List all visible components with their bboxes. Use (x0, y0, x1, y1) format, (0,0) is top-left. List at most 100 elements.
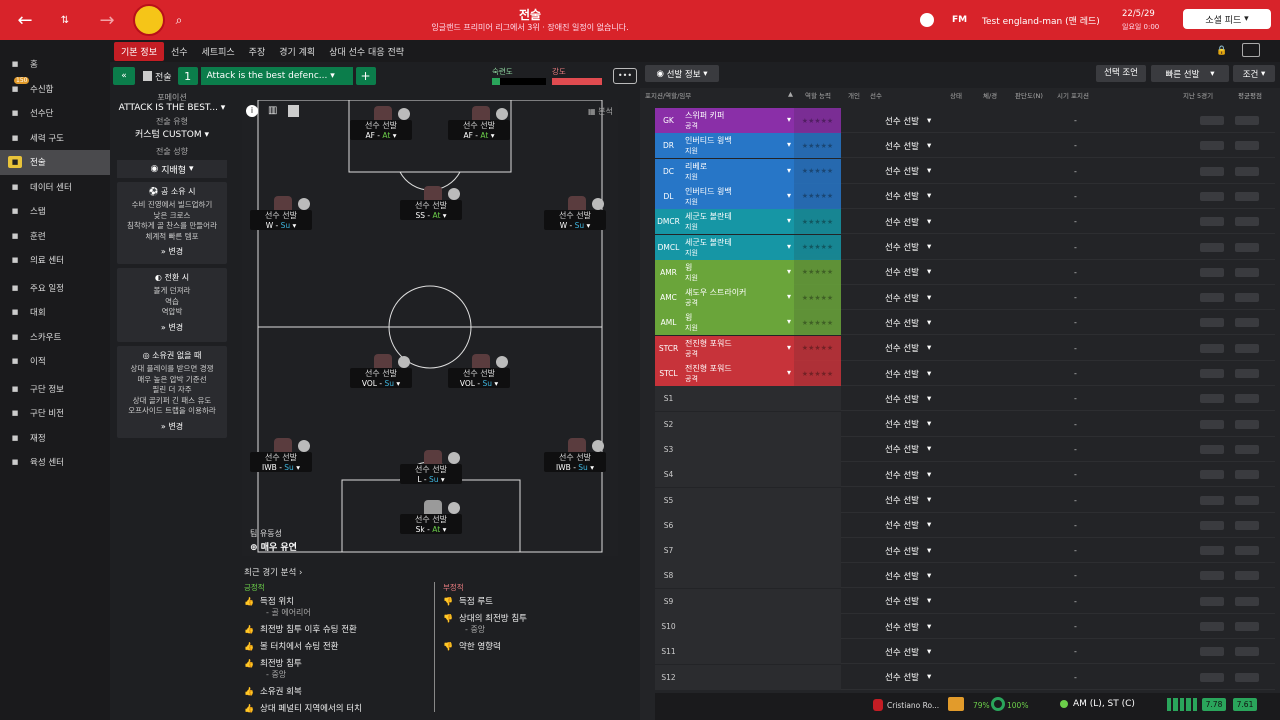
table-row[interactable]: S10 선수 선발 ▾ - (655, 614, 1275, 639)
player-select[interactable]: 선수 선발 ▾ (885, 133, 945, 158)
player-select[interactable]: 선수 선발 ▾ (885, 235, 945, 260)
subnav-tab[interactable]: 세트피스 (195, 42, 242, 61)
subnav-tab[interactable]: 경기 계획 (272, 42, 322, 61)
sidebar-item[interactable]: ■ 대회 (0, 300, 110, 325)
choose-advice-button[interactable]: 선택 조언 (1096, 65, 1146, 82)
player-slot[interactable]: 선수 선발 W - Su ▾ (250, 196, 316, 236)
table-row[interactable]: STCL 전진형 포워드 공격 ▾ ★★★★★ 선수 선발 ▾ - (655, 361, 1275, 386)
analysis-item[interactable]: 👍 볼 터치에서 슈팅 전환 (244, 640, 434, 653)
col-status[interactable]: 상태 (950, 90, 962, 102)
tactic-slot[interactable]: 1 (177, 67, 198, 85)
player-select[interactable]: 선수 선발 ▾ (885, 412, 945, 437)
subnav-tab[interactable]: 기본 정보 (114, 41, 164, 61)
analysis-button[interactable]: ▦ 분석 (588, 106, 613, 117)
player-select[interactable]: 선수 선발 ▾ (885, 563, 945, 588)
player-slot[interactable]: 선수 선발 SS - At ▾ (400, 186, 466, 226)
player-select[interactable]: 선수 선발 ▾ (885, 361, 945, 386)
player-slot[interactable]: 선수 선발 VOL - Su ▾ (350, 354, 416, 394)
table-row[interactable]: AMR 윙 지원 ▾ ★★★★★ 선수 선발 ▾ - (655, 259, 1275, 285)
role-cell[interactable]: 세군도 볼란테 지원 ▾ (682, 234, 794, 260)
analysis-item[interactable]: 👍 최전방 침투 (244, 657, 434, 670)
history-button[interactable]: ⇅ (55, 0, 75, 40)
player-slot[interactable]: 선수 선발 L - Su ▾ (400, 450, 466, 490)
col-player[interactable]: 선수 (870, 90, 882, 102)
player-slot[interactable]: 선수 선발 Sk - At ▾ (400, 500, 466, 540)
sidebar-item[interactable]: ■ 구단 비전 (0, 401, 110, 426)
role-cell[interactable]: 리베로 지원 ▾ (682, 158, 794, 184)
sidebar-item[interactable]: ■ 주요 일정 (0, 276, 110, 301)
player-slot[interactable]: 선수 선발 VOL - Su ▾ (448, 354, 514, 394)
player-select[interactable]: 선수 선발 ▾ (885, 159, 945, 184)
player-select[interactable]: 선수 선발 ▾ (885, 108, 945, 133)
subnav-tab[interactable]: 상대 선수 대응 전략 (322, 42, 411, 61)
transition-change[interactable]: » 변경 (120, 322, 224, 333)
sidebar-item[interactable]: ■ 스탭 (0, 199, 110, 224)
table-row[interactable]: AMC 섀도우 스트라이커 공격 ▾ ★★★★★ 선수 선발 ▾ - (655, 285, 1275, 311)
in-possession-change[interactable]: » 변경 (120, 246, 224, 257)
role-cell[interactable]: 섀도우 스트라이커 공격 ▾ (682, 285, 794, 311)
sidebar-item[interactable]: ■ 재정 (0, 426, 110, 451)
role-cell[interactable]: 윙 지원 ▾ (682, 259, 794, 285)
player-slot[interactable]: 선수 선발 IWB - Su ▾ (250, 438, 316, 478)
player-name[interactable]: Cristiano Ro... (887, 701, 939, 710)
role-cell[interactable]: 스위퍼 키퍼 공격 ▾ (682, 108, 794, 133)
stats-icon[interactable]: ▥ (268, 105, 277, 116)
sidebar-item[interactable]: ■ 세력 구도 (0, 126, 110, 151)
table-row[interactable]: S6 선수 선발 ▾ - (655, 512, 1275, 538)
player-select[interactable]: 선수 선발 ▾ (885, 639, 945, 664)
tactic-menu[interactable]: 전술 (143, 70, 172, 83)
table-row[interactable]: STCR 전진형 포워드 공격 ▾ ★★★★★ 선수 선발 ▾ - (655, 335, 1275, 361)
sidebar-item[interactable]: ■ 구단 정보 (0, 377, 110, 402)
sidebar-item[interactable]: ■ 전술 (0, 150, 110, 175)
table-row[interactable]: S9 선수 선발 ▾ - (655, 588, 1275, 614)
table-row[interactable]: DMCR 세군도 볼란테 지원 ▾ ★★★★★ 선수 선발 ▾ - (655, 209, 1275, 235)
table-row[interactable]: S2 선수 선발 ▾ - (655, 411, 1275, 437)
player-select[interactable]: 선수 선발 ▾ (885, 437, 945, 462)
player-select[interactable]: 선수 선발 ▾ (885, 260, 945, 285)
analysis-item[interactable]: 👎 득점 루트 (443, 595, 625, 608)
sidebar-item[interactable]: ■ 의료 센터 (0, 248, 110, 273)
player-slot[interactable]: 선수 선발 IWB - Su ▾ (544, 438, 610, 478)
role-cell[interactable]: 세군도 볼란테 지원 ▾ (682, 209, 794, 235)
role-cell[interactable]: 전진형 포워드 공격 ▾ (682, 335, 794, 361)
player-select[interactable]: 선수 선발 ▾ (885, 513, 945, 538)
sidebar-item[interactable]: ■ 훈련 (0, 224, 110, 249)
quick-pick-button[interactable]: 빠른 선발 ▾ (1151, 65, 1229, 82)
player-select[interactable]: 선수 선발 ▾ (885, 462, 945, 487)
player-slot[interactable]: 선수 선발 AF - At ▾ (350, 106, 416, 146)
sidebar-item[interactable]: ■ 홈 (0, 52, 110, 77)
table-row[interactable]: AML 윙 지원 ▾ ★★★★★ 선수 선발 ▾ - (655, 310, 1275, 336)
download-icon[interactable] (288, 105, 299, 117)
table-row[interactable]: S11 선수 선발 ▾ - (655, 639, 1275, 665)
subnav-tab[interactable]: 선수 (164, 42, 195, 61)
table-row[interactable]: S5 선수 선발 ▾ - (655, 487, 1275, 513)
mentality-select[interactable]: ◉ 지배형 ▾ (117, 160, 227, 178)
subnav-tab[interactable]: 주장 (242, 42, 273, 61)
lineup-info-button[interactable]: ◉ 선발 정보 ▾ (645, 65, 719, 82)
collapse-button[interactable]: « (113, 67, 135, 85)
lock-icon[interactable]: 🔒 (1216, 46, 1227, 56)
col-avg[interactable]: 평균평점 (1238, 90, 1262, 102)
table-row[interactable]: DL 인버티드 윙백 지원 ▾ ★★★★★ 선수 선발 ▾ - (655, 183, 1275, 209)
table-row[interactable]: S3 선수 선발 ▾ - (655, 436, 1275, 462)
club-crest[interactable] (133, 4, 165, 36)
sidebar-item[interactable]: ■ 수신함 150 (0, 76, 110, 102)
forward-button[interactable]: → (92, 0, 122, 40)
role-cell[interactable]: 인버티드 윙백 지원 ▾ (682, 183, 794, 209)
analysis-item[interactable]: 👍 최전방 침투 이후 슈팅 전환 (244, 623, 434, 636)
player-select[interactable]: 선수 선발 ▾ (885, 310, 945, 335)
col-last5[interactable]: 지난 5경기 (1183, 90, 1213, 102)
player-select[interactable]: 선수 선발 ▾ (885, 614, 945, 639)
fluidity-value[interactable]: 매우 유연 (261, 543, 297, 553)
player-select[interactable]: 선수 선발 ▾ (885, 488, 945, 513)
col-fit[interactable]: 체/경 (983, 90, 997, 102)
screenshot-icon[interactable] (1242, 43, 1260, 57)
table-row[interactable]: S1 선수 선발 ▾ - (655, 386, 1275, 412)
analysis-item[interactable]: 👍 소유권 회복 (244, 685, 434, 698)
player-select[interactable]: 선수 선발 ▾ (885, 285, 945, 310)
player-select[interactable]: 선수 선발 ▾ (885, 589, 945, 614)
player-slot[interactable]: 선수 선발 W - Su ▾ (544, 196, 610, 236)
analysis-item[interactable]: 👎 상대의 최전방 침투 (443, 612, 625, 625)
col-pos[interactable]: 포지션/역할/임무 (645, 90, 691, 102)
table-row[interactable]: GK 스위퍼 키퍼 공격 ▾ ★★★★★ 선수 선발 ▾ - (655, 108, 1275, 133)
